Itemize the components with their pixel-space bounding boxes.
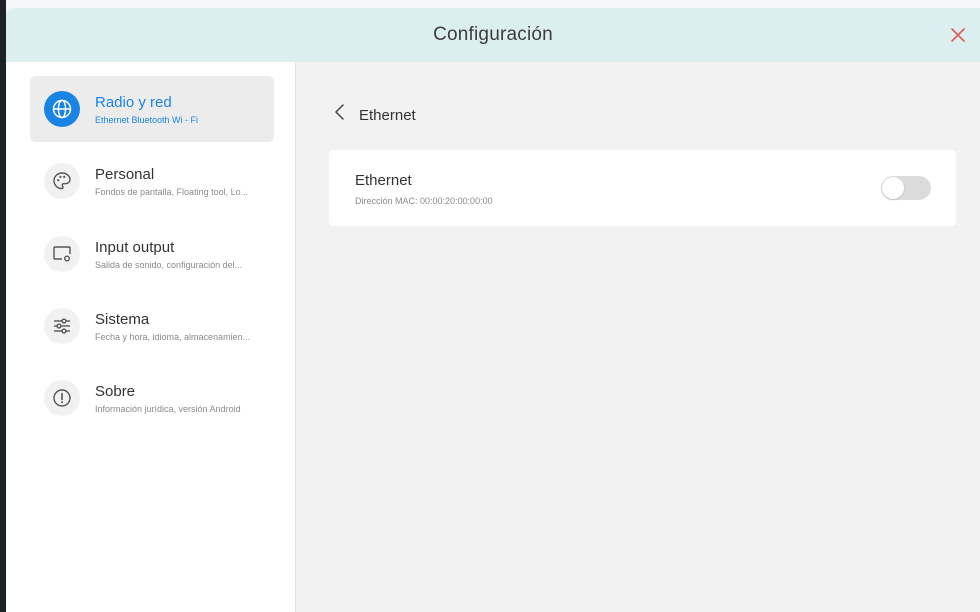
back-button[interactable] [330,100,348,124]
palette-icon-wrap [44,163,80,199]
settings-window: Configuración Radio y red Ethernet Bluet… [6,8,980,612]
sidebar-item-radio-y-red[interactable]: Radio y red Ethernet Bluetooth Wi - Fi [30,76,274,142]
close-button[interactable] [946,23,970,47]
sliders-icon-wrap [44,308,80,344]
title-bar: Configuración [6,8,980,62]
screen: Configuración Radio y red Ethernet Bluet… [0,0,980,612]
sidebar-item-subtitle: Salida de sonido, configuración del... [95,260,243,270]
sidebar: Radio y red Ethernet Bluetooth Wi - Fi P… [6,62,296,612]
sidebar-item-label: Sistema [95,311,150,328]
toggle-knob [882,177,904,199]
sidebar-item-subtitle: Información jurídica, versión Android [95,404,241,414]
ethernet-card: Ethernet Dirección MAC: 00:00:20:00:00:0… [329,150,956,226]
sliders-icon [54,318,70,334]
sidebar-item-label: Input output [95,239,175,256]
page-title: Ethernet [359,107,416,124]
sidebar-item-label: Radio y red [95,94,172,111]
display-settings-icon-wrap [44,236,80,272]
mac-address: Dirección MAC: 00:00:20:00:00:00 [355,196,493,206]
sidebar-item-subtitle: Fecha y hora, idioma, almacenamien... [95,332,251,342]
display-settings-icon [53,246,71,262]
sidebar-item-sobre[interactable]: Sobre Información jurídica, versión Andr… [30,365,274,431]
info-icon [53,389,71,407]
top-edge [0,0,980,8]
globe-icon-wrap [44,91,80,127]
palette-icon [53,172,71,190]
window-title: Configuración [433,24,553,45]
chevron-left-icon[interactable] [333,103,345,121]
ethernet-toggle[interactable] [881,176,931,200]
info-icon-wrap [44,380,80,416]
close-icon[interactable] [950,27,966,43]
content-panel: Ethernet Ethernet Dirección MAC: 00:00:2… [296,62,980,612]
sidebar-item-sistema[interactable]: Sistema Fecha y hora, idioma, almacenami… [30,293,274,359]
sidebar-item-label: Personal [95,166,155,183]
ethernet-title: Ethernet [355,172,412,189]
sidebar-item-personal[interactable]: Personal Fondos de pantalla, Floating to… [30,148,274,214]
sidebar-item-subtitle: Fondos de pantalla, Floating tool, Lo... [95,187,249,197]
sidebar-item-label: Sobre [95,383,136,400]
globe-icon [52,99,72,119]
sidebar-item-subtitle: Ethernet Bluetooth Wi - Fi [95,115,199,125]
sidebar-item-input-output[interactable]: Input output Salida de sonido, configura… [30,221,274,287]
